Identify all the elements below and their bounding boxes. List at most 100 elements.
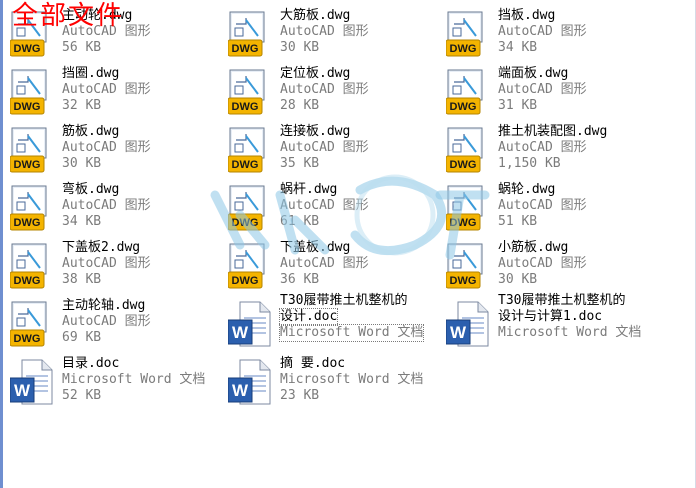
svg-text:DWG: DWG (450, 43, 477, 55)
file-item[interactable]: DWG 端面板.dwg AutoCAD 图形 31 KB (445, 66, 661, 122)
file-name: 挡板.dwg (498, 8, 556, 23)
file-item[interactable]: DWG 主动轮轴.dwg AutoCAD 图形 69 KB (9, 298, 225, 354)
dwg-icon: DWG (9, 126, 58, 174)
word-icon: W (227, 358, 276, 406)
svg-text:W: W (232, 381, 249, 400)
file-size: 1,150 KB (498, 156, 561, 171)
svg-text:DWG: DWG (232, 159, 259, 171)
file-name: 大筋板.dwg (280, 8, 351, 23)
file-name: 定位板.dwg (280, 66, 351, 81)
file-type: Microsoft Word 文档 (278, 324, 425, 342)
svg-text:DWG: DWG (14, 43, 41, 55)
file-item[interactable]: DWG 小筋板.dwg AutoCAD 图形 30 KB (445, 240, 661, 296)
file-size: 28 KB (280, 98, 320, 113)
dwg-icon: DWG (445, 242, 494, 290)
file-name: 摘 要.doc (280, 356, 346, 371)
file-type: AutoCAD 图形 (62, 140, 151, 155)
file-name: 下盖板2.dwg (62, 240, 141, 255)
dwg-icon: DWG (227, 184, 276, 232)
dwg-icon: DWG (9, 184, 58, 232)
file-size: 32 KB (62, 98, 102, 113)
word-icon: W (445, 300, 494, 348)
file-item[interactable]: DWG 定位板.dwg AutoCAD 图形 28 KB (227, 66, 443, 122)
file-item[interactable]: W 目录.doc Microsoft Word 文档 52 KB (9, 356, 225, 412)
file-name: T30履带推土机整机的 (280, 293, 408, 308)
file-type: AutoCAD 图形 (498, 198, 587, 213)
word-icon: W (227, 300, 276, 348)
svg-text:W: W (232, 323, 249, 342)
dwg-icon: DWG (227, 10, 276, 58)
file-type: AutoCAD 图形 (280, 198, 369, 213)
svg-text:DWG: DWG (14, 101, 41, 113)
file-size: 30 KB (280, 40, 320, 55)
file-type: AutoCAD 图形 (62, 82, 151, 97)
dwg-icon: DWG (227, 242, 276, 290)
file-item[interactable]: DWG 挡板.dwg AutoCAD 图形 34 KB (445, 8, 661, 64)
file-type: AutoCAD 图形 (498, 140, 587, 155)
svg-text:W: W (14, 381, 31, 400)
file-size: 51 KB (498, 214, 538, 229)
file-item[interactable]: DWG 下盖板2.dwg AutoCAD 图形 38 KB (9, 240, 225, 296)
svg-text:DWG: DWG (14, 217, 41, 229)
file-item[interactable]: DWG 大筋板.dwg AutoCAD 图形 30 KB (227, 8, 443, 64)
file-item[interactable]: W T30履带推土机整机的 设计与计算1.doc Microsoft Word 文档 (445, 293, 661, 354)
svg-text:DWG: DWG (14, 333, 41, 345)
file-type: AutoCAD 图形 (280, 24, 369, 39)
file-item[interactable]: DWG 蜗杆.dwg AutoCAD 图形 61 KB (227, 182, 443, 238)
file-size: 69 KB (62, 330, 102, 345)
file-type: AutoCAD 图形 (62, 314, 151, 329)
file-item[interactable]: DWG 挡圈.dwg AutoCAD 图形 32 KB (9, 66, 225, 122)
file-size: 35 KB (280, 156, 320, 171)
svg-text:DWG: DWG (232, 101, 259, 113)
file-type: AutoCAD 图形 (498, 24, 587, 39)
file-item[interactable]: DWG 筋板.dwg AutoCAD 图形 30 KB (9, 124, 225, 180)
file-item[interactable]: W 摘 要.doc Microsoft Word 文档 23 KB (227, 356, 443, 412)
dwg-icon: DWG (445, 126, 494, 174)
file-item[interactable]: DWG 下盖板.dwg AutoCAD 图形 36 KB (227, 240, 443, 296)
file-size: 30 KB (62, 156, 102, 171)
file-name: 挡圈.dwg (62, 66, 120, 81)
file-name: 下盖板.dwg (280, 240, 351, 255)
dwg-icon: DWG (445, 68, 494, 116)
page-title: 全部文件 (12, 1, 125, 31)
file-name: 弯板.dwg (62, 182, 120, 197)
file-type: Microsoft Word 文档 (280, 372, 424, 387)
word-icon: W (9, 358, 58, 406)
file-item[interactable]: DWG 连接板.dwg AutoCAD 图形 35 KB (227, 124, 443, 180)
left-edge-bar (0, 0, 3, 488)
file-type: AutoCAD 图形 (498, 82, 587, 97)
file-name: 蜗杆.dwg (280, 182, 338, 197)
file-size: 56 KB (62, 40, 102, 55)
file-size: 61 KB (280, 214, 320, 229)
svg-text:DWG: DWG (450, 275, 477, 287)
dwg-icon: DWG (9, 300, 58, 348)
svg-text:DWG: DWG (232, 217, 259, 229)
file-size: 36 KB (280, 272, 320, 287)
file-name: 连接板.dwg (280, 124, 351, 139)
file-size: 52 KB (62, 388, 102, 403)
file-type: AutoCAD 图形 (280, 256, 369, 271)
file-type: Microsoft Word 文档 (498, 325, 642, 340)
dwg-icon: DWG (227, 68, 276, 116)
file-type: AutoCAD 图形 (280, 82, 369, 97)
dwg-icon: DWG (445, 10, 494, 58)
file-name-line2: 设计.doc (278, 308, 339, 326)
svg-text:DWG: DWG (14, 275, 41, 287)
file-name: 主动轮轴.dwg (62, 298, 146, 313)
file-item[interactable]: DWG 蜗轮.dwg AutoCAD 图形 51 KB (445, 182, 661, 238)
file-type: AutoCAD 图形 (498, 256, 587, 271)
file-name: 小筋板.dwg (498, 240, 569, 255)
svg-text:DWG: DWG (450, 217, 477, 229)
file-name: 端面板.dwg (498, 66, 569, 81)
file-name: 推土机装配图.dwg (498, 124, 608, 139)
dwg-icon: DWG (445, 184, 494, 232)
dwg-icon: DWG (227, 126, 276, 174)
file-size: 31 KB (498, 98, 538, 113)
svg-text:DWG: DWG (232, 43, 259, 55)
svg-text:W: W (450, 323, 467, 342)
file-item[interactable]: DWG 推土机装配图.dwg AutoCAD 图形 1,150 KB (445, 124, 661, 180)
file-size: 38 KB (62, 272, 102, 287)
file-item[interactable]: DWG 弯板.dwg AutoCAD 图形 34 KB (9, 182, 225, 238)
file-name: T30履带推土机整机的 (498, 293, 626, 308)
file-item[interactable]: W T30履带推土机整机的 设计.doc Microsoft Word 文档 (227, 293, 443, 354)
